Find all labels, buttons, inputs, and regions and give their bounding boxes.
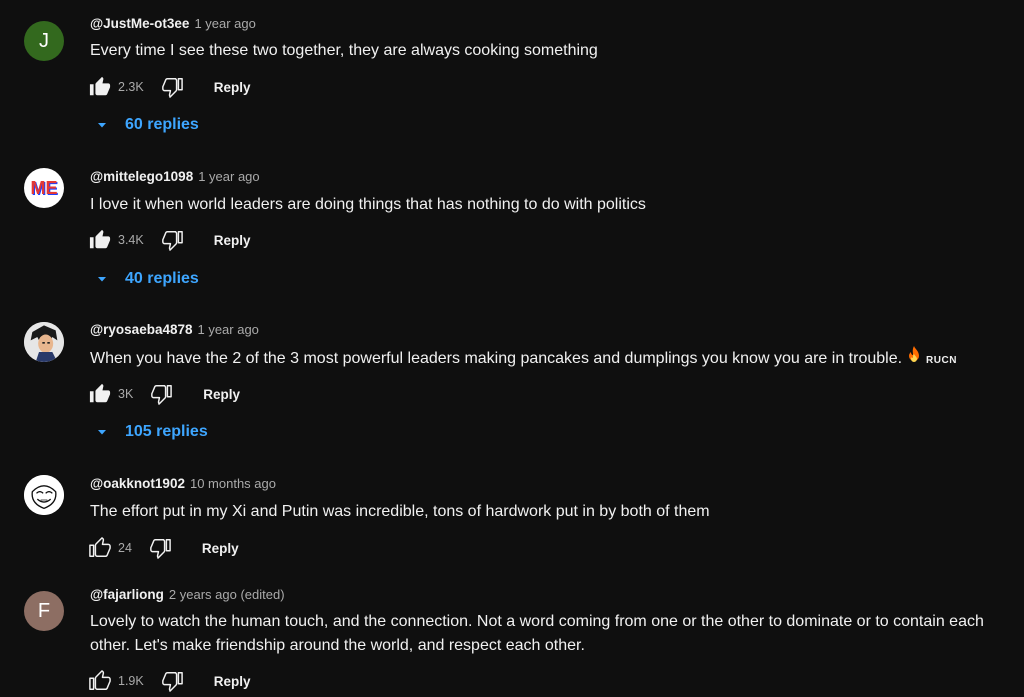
reply-button[interactable]: Reply [214,233,251,248]
comment-body: When you have the 2 of the 3 most powerf… [90,350,903,368]
fire-emoji [906,346,922,372]
comment-time[interactable]: 2 years ago (edited) [169,587,285,602]
like-count: 24 [118,541,132,555]
comment-text: When you have the 2 of the 3 most powerf… [90,346,1020,373]
comment-actions: 24 Reply [88,536,239,560]
comment-actions: 2.3K Reply [88,75,250,99]
rucn-badge: RUCN [926,355,957,367]
comment-actions: 3.4K Reply [88,228,250,252]
comment-actions: 1.9K Reply [88,669,250,693]
thumbs-up-icon[interactable] [88,382,112,406]
avatar-letter: J [39,29,49,52]
avatar[interactable]: F [24,591,64,631]
like-count: 2.3K [118,80,144,94]
avatar-letter: F [37,599,51,622]
reply-button[interactable]: Reply [214,80,251,95]
thumbs-up-icon[interactable] [88,228,112,252]
comment-feed: J @JustMe-ot3ee 1 year ago Every time I … [0,0,1024,697]
comment-author[interactable]: @mittelego1098 [90,169,193,184]
meme-face-avatar-image [24,475,64,515]
comment-time[interactable]: 1 year ago [197,322,258,337]
avatar-letter: ME [30,177,58,198]
replies-count: 60 replies [125,116,199,133]
thumbs-down-icon[interactable] [149,382,173,406]
view-replies-button[interactable]: 40 replies [96,270,199,288]
comment-author[interactable]: @ryosaeba4878 [90,322,192,337]
comment-time[interactable]: 1 year ago [198,169,259,184]
thumbs-up-icon[interactable] [88,669,112,693]
view-replies-button[interactable]: 105 replies [96,423,208,441]
avatar[interactable] [24,322,64,362]
thumbs-up-icon[interactable] [88,75,112,99]
caret-down-icon [96,426,108,438]
thumbs-up-icon[interactable] [88,536,112,560]
avatar[interactable] [24,475,64,515]
comment-author[interactable]: @JustMe-ot3ee [90,16,189,31]
replies-count: 40 replies [125,270,199,287]
comment-time[interactable]: 1 year ago [194,16,255,31]
comment-text: I love it when world leaders are doing t… [90,196,646,213]
reply-button[interactable]: Reply [214,674,251,689]
caret-down-icon [96,119,108,131]
comment-author[interactable]: @oakknot1902 [90,476,185,491]
thumbs-down-icon[interactable] [160,669,184,693]
caret-down-icon [96,273,108,285]
thumbs-down-icon[interactable] [160,75,184,99]
like-count: 3K [118,387,134,401]
reply-button[interactable]: Reply [203,387,240,402]
anime-character-avatar-image [24,322,64,362]
reply-button[interactable]: Reply [202,541,239,556]
like-count: 3.4K [118,233,144,247]
view-replies-button[interactable]: 60 replies [96,116,199,134]
replies-count: 105 replies [125,423,208,440]
avatar[interactable]: ME [24,168,64,208]
comment-actions: 3K Reply [88,382,240,406]
comment-author[interactable]: @fajarliong [90,587,164,602]
thumbs-down-icon[interactable] [148,536,172,560]
like-count: 1.9K [118,674,144,688]
avatar[interactable]: J [24,21,64,61]
thumbs-down-icon[interactable] [160,228,184,252]
comment-text: The effort put in my Xi and Putin was in… [90,503,710,520]
comment-text: Every time I see these two together, the… [90,42,598,59]
comment-text: Lovely to watch the human touch, and the… [90,613,984,654]
comment-time[interactable]: 10 months ago [190,476,276,491]
